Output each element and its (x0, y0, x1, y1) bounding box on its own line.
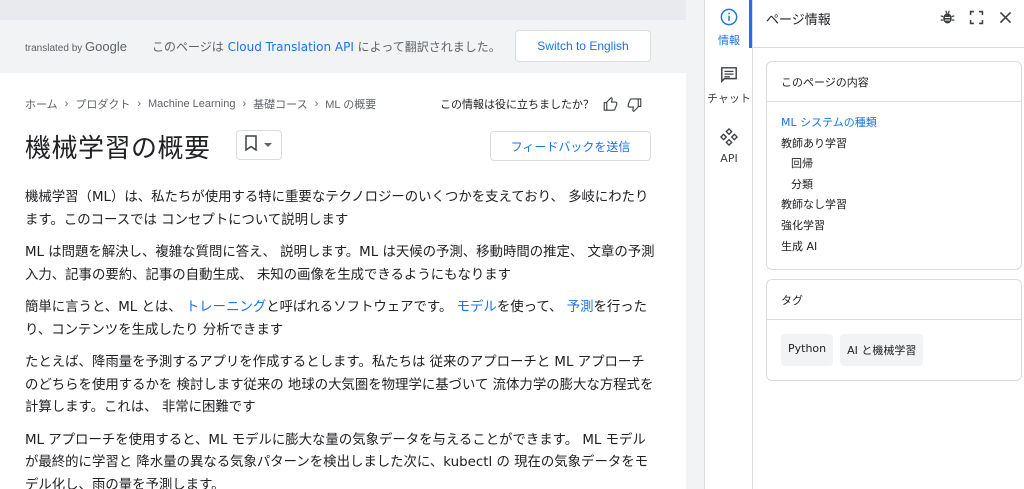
model-link[interactable]: モデル (457, 300, 497, 315)
breadcrumb-home[interactable]: ホーム (25, 96, 58, 112)
translation-bar: translated by Google このページは Cloud Transl… (0, 20, 686, 73)
fullscreen-icon[interactable] (968, 9, 985, 26)
prediction-link[interactable]: 予測 (567, 300, 594, 315)
chevron-right-icon: › (137, 98, 142, 110)
info-icon (720, 8, 738, 29)
close-icon[interactable] (997, 9, 1014, 26)
tag-chip[interactable]: Python (781, 334, 834, 366)
paragraph-5: ML アプローチを使用すると、ML モデルに膨大な量の気象データを与えることがで… (25, 432, 649, 489)
breadcrumb-foundations[interactable]: 基礎コース (253, 96, 307, 112)
article-body: 機械学習（ML）は、私たちが使用する特に重要なテクノロジーのいくつかを支えており… (25, 187, 655, 489)
tag-chip[interactable]: AI と機械学習 (840, 334, 924, 366)
breadcrumb-current[interactable]: ML の概要 (325, 96, 376, 112)
bookmark-button[interactable] (236, 130, 282, 160)
chevron-right-icon: › (314, 98, 319, 110)
page-info-panel: ページ情報 このページの内容 ML システムの種類 教師あり学習 回帰 分類 教… (753, 0, 1024, 489)
main-content: translated by Google このページは Cloud Transl… (0, 0, 686, 489)
tags-card: タグ Python AI と機械学習 (766, 279, 1022, 381)
paragraph-3: 簡単に言うと、ML とは、 トレーニングと呼ばれるソフトウェアです。 モデルを使… (25, 300, 648, 338)
translated-by-label: translated by Google (25, 39, 127, 54)
google-logo: Google (85, 39, 127, 54)
toc-item[interactable]: 教師あり学習 (781, 135, 1007, 156)
paragraph-2: ML は問題を解決し、複雑な質問に答え、 説明します。ML は天候の予測、移動時… (25, 245, 655, 283)
toc-item[interactable]: 強化学習 (781, 217, 1007, 238)
toc-item[interactable]: 分類 (781, 176, 1007, 197)
breadcrumb-ml[interactable]: Machine Learning (148, 98, 235, 110)
breadcrumb: ホーム › プロダクト › Machine Learning › 基礎コース ›… (25, 96, 376, 112)
paragraph-4: たとえば、降雨量を予測するアプリを作成するとします。私たちは 従来のアプローチと… (25, 355, 654, 415)
toc-item[interactable]: 生成 AI (781, 238, 1007, 259)
thumb-down-icon[interactable] (627, 97, 642, 112)
panel-title: ページ情報 (766, 13, 831, 28)
tag-list: Python AI と機械学習 (767, 320, 1021, 380)
translation-message: このページは Cloud Translation API によって翻訳されました… (152, 40, 501, 54)
rail-label-info: 情報 (718, 34, 740, 47)
toc-card: このページの内容 ML システムの種類 教師あり学習 回帰 分類 教師なし学習 … (766, 61, 1022, 270)
toc-item[interactable]: ML システムの種類 (781, 114, 1007, 135)
rail-item-info[interactable]: 情報 (705, 8, 753, 48)
bug-icon[interactable] (939, 9, 956, 26)
toc-item[interactable]: 教師なし学習 (781, 196, 1007, 217)
toc-list: ML システムの種類 教師あり学習 回帰 分類 教師なし学習 強化学習 生成 A… (767, 102, 1021, 266)
helpful-feedback: この情報は役に立ちましたか？ (440, 96, 642, 112)
chevron-down-icon (264, 143, 272, 147)
rail-label-chat: チャット (707, 92, 751, 105)
rail-item-chat[interactable]: チャット (705, 66, 753, 106)
chat-icon (720, 66, 738, 87)
bookmark-icon (244, 135, 258, 155)
helpful-question: この情報は役に立ちましたか？ (440, 98, 594, 111)
scrollbar-track[interactable] (686, 0, 704, 489)
rail-item-api[interactable]: API (705, 127, 753, 165)
thumb-up-icon[interactable] (603, 96, 618, 112)
paragraph-1: 機械学習（ML）は、私たちが使用する特に重要なテクノロジーのいくつかを支えており… (25, 190, 649, 228)
api-icon (719, 127, 739, 149)
toc-title: このページの内容 (767, 62, 1021, 102)
tags-title: タグ (767, 280, 1021, 320)
training-link[interactable]: トレーニング (186, 300, 266, 315)
panel-divider (753, 47, 1024, 48)
chevron-right-icon: › (64, 98, 69, 110)
page-title: 機械学習の概要 (25, 134, 211, 164)
panel-toolbar (939, 9, 1014, 26)
toc-item[interactable]: 回帰 (781, 155, 1007, 176)
breadcrumb-products[interactable]: プロダクト (75, 96, 130, 112)
send-feedback-button[interactable]: フィードバックを送信 (490, 131, 651, 161)
side-rail: 情報 チャット API (705, 0, 753, 489)
switch-to-english-button[interactable]: Switch to English (515, 30, 651, 62)
top-strip (0, 0, 686, 20)
rail-label-api: API (720, 152, 738, 165)
chevron-right-icon: › (242, 98, 247, 110)
cloud-translation-link[interactable]: Cloud Translation API (228, 40, 354, 54)
